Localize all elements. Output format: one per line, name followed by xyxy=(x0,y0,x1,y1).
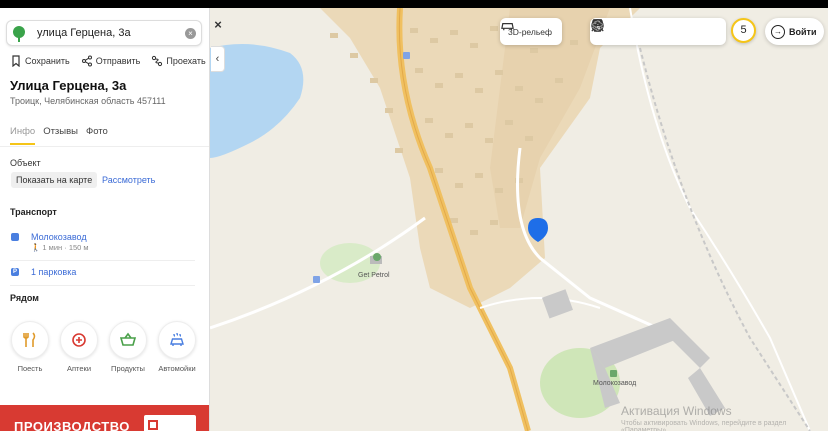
save-label: Сохранить xyxy=(25,56,70,66)
search-box: × xyxy=(6,20,202,46)
save-button[interactable]: Сохранить xyxy=(10,55,70,67)
parking-icon: P xyxy=(11,268,19,276)
gas-station-marker xyxy=(373,253,381,261)
ad-logo xyxy=(144,415,196,431)
bus-stop-link[interactable]: Молокозавод xyxy=(31,232,87,242)
relief-3d-button[interactable]: 3D-рельеф xyxy=(500,18,562,45)
map-label-gas: Get Petrol xyxy=(358,272,390,279)
road-west xyxy=(210,216,426,330)
tree-icon xyxy=(13,26,25,42)
bus-stop-icon xyxy=(11,233,19,241)
factory-marker xyxy=(610,370,617,377)
bookmark-icon xyxy=(12,55,20,67)
share-icon xyxy=(81,55,92,67)
nearby-carwash[interactable]: Автомойки xyxy=(156,321,198,373)
layers-icon xyxy=(590,20,605,32)
close-panel-icon[interactable]: × xyxy=(211,16,225,34)
search-input[interactable] xyxy=(37,24,187,42)
tab-photos[interactable]: Фото xyxy=(86,126,108,145)
carwash-icon xyxy=(170,332,184,346)
transport-button[interactable] xyxy=(592,19,644,44)
place-address: Троицк, Челябинская область 457111 xyxy=(10,96,166,106)
login-icon: → xyxy=(771,24,785,39)
login-button[interactable]: → Войти xyxy=(765,18,825,45)
tab-info[interactable]: Инфо xyxy=(10,126,36,145)
bus-stop-distance: 🚶 1 мин · 150 м xyxy=(31,243,89,252)
parking-link[interactable]: 1 парковка xyxy=(31,267,76,277)
nearby-groceries[interactable]: Продукты xyxy=(107,321,149,373)
nearby-groceries-label: Продукты xyxy=(111,364,145,373)
login-label: Войти xyxy=(789,26,817,37)
route-icon xyxy=(152,55,163,67)
clear-search-icon[interactable]: × xyxy=(185,28,196,39)
bus-stop-marker xyxy=(313,276,320,283)
rating-badge[interactable]: 5 xyxy=(731,18,756,43)
parking-button[interactable] xyxy=(591,19,696,44)
place-actions: Сохранить Отправить Проехать xyxy=(10,55,206,67)
transport-title: Транспорт xyxy=(10,207,57,217)
food-icon xyxy=(23,332,36,347)
show-on-map-button[interactable]: Показать на карте xyxy=(11,172,98,188)
top-black-strip xyxy=(0,0,828,8)
pharmacy-icon xyxy=(72,333,86,347)
share-button[interactable]: Отправить xyxy=(81,55,141,67)
map-layers-toolbar xyxy=(590,18,726,45)
map-graphics xyxy=(210,8,828,431)
nearby-food[interactable]: Поесть xyxy=(9,321,51,373)
nearby-food-label: Поесть xyxy=(17,364,43,373)
transport-divider xyxy=(10,260,195,261)
people-button[interactable] xyxy=(591,20,670,44)
ad-banner[interactable]: ПРОИЗВОДСТВО xyxy=(0,405,209,431)
place-title: Улица Герцена, 3а xyxy=(10,78,127,93)
bus-stop-marker-2 xyxy=(403,52,410,59)
collapse-panel-button[interactable]: ‹ xyxy=(211,46,225,72)
route-label: Проехать xyxy=(166,56,206,66)
map-label-factory: Молокозавод xyxy=(593,380,637,387)
basket-icon xyxy=(119,332,137,346)
tabs-divider xyxy=(0,146,209,147)
tab-reviews[interactable]: Отзывы xyxy=(43,126,78,145)
parking-divider xyxy=(10,285,195,286)
share-label: Отправить xyxy=(95,56,141,66)
road-local xyxy=(479,297,601,309)
ad-text: ПРОИЗВОДСТВО xyxy=(14,419,130,431)
nearby-pharmacy-label: Аптеки xyxy=(66,364,92,373)
nearby-pharmacy[interactable]: Аптеки xyxy=(58,321,100,373)
car-3d-icon xyxy=(501,23,514,31)
road-far-east xyxy=(629,8,811,431)
place-panel: × Сохранить Отправить Проехать Улица Гер… xyxy=(0,8,210,431)
inspect-link[interactable]: Рассмотреть xyxy=(102,172,155,188)
route-button[interactable]: Проехать xyxy=(151,55,206,67)
windows-activation-sub: Чтобы активировать Windows, перейдите в … xyxy=(621,420,787,431)
map-canvas[interactable]: Get Petrol Молокозавод 3D-рельеф 5 → Вой… xyxy=(210,8,828,431)
place-tabs: Инфо Отзывы Фото xyxy=(10,126,108,145)
nearby-title: Рядом xyxy=(10,293,39,303)
layers-button[interactable] xyxy=(590,20,722,44)
nearby-carwash-label: Автомойки xyxy=(158,364,196,373)
windows-activation-title: Активация Windows xyxy=(621,404,732,418)
object-label: Объект xyxy=(10,158,41,168)
